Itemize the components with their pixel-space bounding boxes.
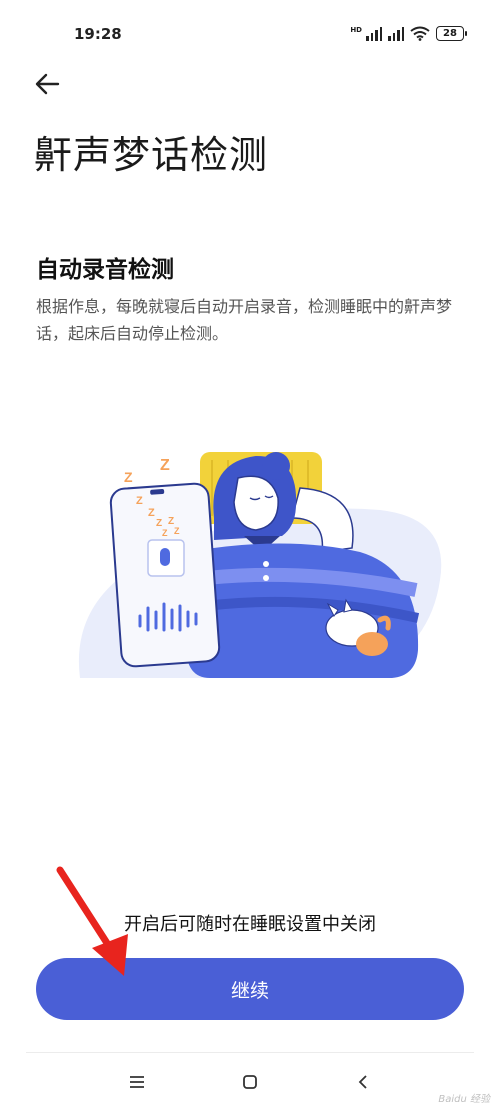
footnote: 开启后可随时在睡眠设置中关闭 [124, 914, 376, 935]
snore-letter: Z [136, 495, 143, 507]
nav-back-button[interactable] [348, 1070, 378, 1094]
snore-letter: Z [160, 457, 170, 474]
sleep-illustration: Z Z Z Z Z Z Z Z [78, 452, 442, 678]
battery-level: 28 [443, 28, 457, 39]
wifi-icon [410, 26, 430, 41]
signal-strength-2-icon [388, 27, 404, 41]
woman-face [233, 475, 279, 531]
status-bar: 19:28 HD 28 [0, 0, 500, 70]
arrow-left-icon [35, 73, 60, 95]
snore-letter: Z [124, 469, 133, 485]
section-title: 自动录音检测 [36, 257, 174, 283]
signal-strength-1-icon [366, 27, 382, 41]
section-description: 根据作息，每晚就寝后自动开启录音，检测睡眠中的鼾声梦话，起床后自动停止检测。 [36, 297, 453, 343]
home-square-icon [243, 1075, 257, 1089]
snore-letter: Z [162, 528, 168, 538]
snore-letter: Z [148, 507, 155, 519]
phone [109, 482, 221, 668]
status-icons: HD 28 [350, 26, 467, 41]
continue-button[interactable]: 继续 [36, 958, 464, 1020]
hd-indicator: HD [350, 26, 362, 34]
nav-menu-button[interactable] [122, 1070, 152, 1094]
back-button[interactable] [30, 66, 66, 102]
battery-icon: 28 [436, 26, 467, 41]
page-title: 鼾声梦话检测 [34, 133, 269, 177]
snore-letter: Z [174, 526, 180, 536]
nav-divider [26, 1052, 474, 1053]
nav-home-button[interactable] [235, 1070, 265, 1094]
system-nav-bar [0, 1060, 500, 1104]
status-time: 19:28 [74, 25, 122, 43]
menu-icon [130, 1076, 144, 1088]
watermark: Baidu 经验 [438, 1094, 490, 1105]
chevron-left-icon [358, 1075, 367, 1089]
